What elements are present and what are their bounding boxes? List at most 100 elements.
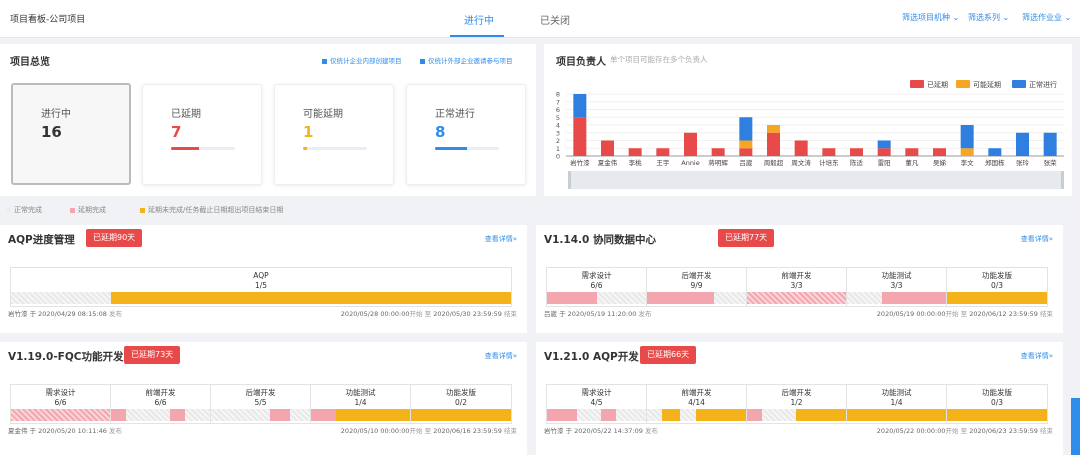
card-value: 8 [435, 123, 446, 141]
x-tick-label: 李文 [961, 158, 975, 167]
phase-segment [547, 409, 577, 421]
x-tick-label: 夏金伟 [598, 158, 618, 167]
overview-panel: 项目总览 仅统计企业内部创建项目 仅统计外部企业邀请参与项目 进行中 16 已延… [0, 44, 536, 196]
legend-label: 已延期 [927, 80, 948, 89]
phase-count: 0/2 [454, 398, 468, 407]
card-delayed[interactable]: 已延期 7 [142, 84, 262, 185]
phase-count: 0/3 [990, 398, 1004, 407]
y-tick-label: 3 [556, 129, 560, 137]
project-title[interactable]: V1.21.0 AQP开发 [544, 349, 639, 364]
view-details-link[interactable]: 查看详情» [485, 351, 517, 361]
x-tick-label: 董凡 [905, 158, 919, 167]
phase-block[interactable]: AQP 1/5 [11, 268, 511, 306]
owners-chart: 012345678 岩竹漆 夏金伟 李桃 王宇 Annie 蒋明辉 吕崴 周毅超 周文涛 计培东 陈适… [556, 80, 1064, 189]
phase-block[interactable]: 需求设计 4/5 [547, 385, 647, 423]
filter-work-dropdown[interactable]: 筛选作业业 ⌄ [1022, 12, 1071, 23]
bar-segment [960, 148, 974, 156]
y-tick-label: 6 [556, 106, 560, 114]
phase-name: 功能测试 [881, 388, 912, 397]
slider-handle-left [568, 171, 571, 189]
delay-badge: 已延期73天 [124, 346, 181, 364]
tab-closed[interactable]: 已关闭 [540, 12, 570, 27]
phase-segment [661, 409, 680, 421]
phase-segment [847, 292, 882, 304]
slider-handle-right [1061, 171, 1064, 189]
card-may-delay[interactable]: 可能延期 1 [274, 84, 394, 185]
phase-segment [111, 292, 511, 304]
filter-model-dropdown[interactable]: 筛选项目机种 ⌄ [902, 12, 959, 23]
phase-block[interactable]: 前端开发 6/6 [111, 385, 211, 423]
x-tick-label: 雷阳 [878, 158, 891, 167]
phase-count: 6/6 [154, 398, 167, 407]
legend-label: 可能延期 [973, 80, 1001, 89]
phase-segment [290, 409, 310, 421]
phase-name: 后端开发 [781, 388, 812, 397]
phase-segment [211, 409, 271, 421]
phase-block[interactable]: 功能测试 1/4 [311, 385, 411, 423]
owners-panel: 项目负责人 单个项目可能存在多个负责人 0 1 2 3 4 5 6 7 8 岩竹漆 夏金伟 李桃 王宇 A… [544, 44, 1072, 196]
phase-block[interactable]: 功能测试 3/3 [847, 268, 947, 306]
x-tick-label: 郑国栋 [985, 158, 1005, 167]
phase-name: 需求设计 [581, 271, 612, 280]
phase-block[interactable]: 功能发版 0/3 [947, 385, 1047, 423]
phase-block[interactable]: 功能发版 0/3 [947, 268, 1047, 306]
project-card: V1.19.0-FQC功能开发 已延期73天 查看详情» 需求设计 6/6 前端开发 6/6… [0, 342, 527, 455]
project-title[interactable]: V1.19.0-FQC功能开发 [8, 349, 124, 364]
card-label: 可能延期 [303, 109, 343, 120]
phase-name: 前端开发 [681, 388, 712, 397]
phase-name: 功能发版 [446, 388, 476, 397]
phase-timeline: 需求设计 6/6 前端开发 6/6 后端开发 5/5 功能测试 1/4 功能发版 0/2 [10, 384, 512, 424]
view-details-link[interactable]: 查看详情» [485, 234, 517, 244]
phase-name: 需求设计 [581, 388, 612, 397]
phase-count: 4/14 [688, 398, 705, 407]
phase-segment [11, 409, 110, 421]
phase-count: 9/9 [690, 281, 703, 290]
y-tick-label: 2 [556, 137, 560, 145]
progress-bar [171, 147, 235, 150]
legend-normal-complete: 正常完成 [6, 205, 42, 215]
phase-bar [847, 292, 946, 304]
bar-segment [573, 117, 587, 156]
bar-segment [960, 125, 974, 149]
phase-count: 0/3 [990, 281, 1004, 290]
bar-segment [933, 148, 946, 156]
phase-block[interactable]: 后端开发 5/5 [211, 385, 311, 423]
phase-segment [411, 409, 511, 421]
delay-badge: 已延期77天 [718, 229, 775, 247]
phase-name: AQP [253, 271, 269, 280]
delay-badge: 已延期66天 [640, 346, 697, 364]
phase-block[interactable]: 需求设计 6/6 [11, 385, 111, 423]
phase-bar [847, 409, 946, 421]
filter-series-dropdown[interactable]: 筛选系列 ⌄ [968, 12, 1009, 23]
x-tick-label: 李桃 [629, 158, 643, 167]
project-card: V1.21.0 AQP开发 已延期66天 查看详情» 需求设计 4/5 前端开发 4/14 后… [536, 342, 1063, 455]
phase-block[interactable]: 前端开发 3/3 [747, 268, 847, 306]
side-float-tab[interactable] [1071, 398, 1080, 455]
view-details-link[interactable]: 查看详情» [1021, 351, 1053, 361]
tab-in-progress[interactable]: 进行中 [464, 12, 494, 27]
phase-block[interactable]: 后端开发 9/9 [647, 268, 747, 306]
phase-bar [947, 409, 1047, 421]
phase-name: 后端开发 [681, 271, 712, 280]
project-title[interactable]: AQP进度管理 [8, 232, 75, 247]
phase-block[interactable]: 后端开发 1/2 [747, 385, 847, 423]
card-normal[interactable]: 正常进行 8 [406, 84, 526, 185]
phase-block[interactable]: 功能测试 1/4 [847, 385, 947, 423]
phase-segment [616, 409, 646, 421]
phase-count: 6/6 [54, 398, 67, 407]
phase-segment [761, 409, 797, 421]
card-in-progress[interactable]: 进行中 16 [11, 83, 131, 185]
phase-name: 功能发版 [982, 388, 1012, 397]
phase-block[interactable]: 功能发版 0/2 [411, 385, 511, 423]
phase-bar [11, 292, 511, 304]
phase-bar [647, 292, 746, 304]
card-label: 进行中 [41, 109, 71, 120]
project-title[interactable]: V1.14.0 协同数据中心 [544, 232, 656, 247]
phase-block[interactable]: 需求设计 6/6 [547, 268, 647, 306]
phase-block[interactable]: 前端开发 4/14 [647, 385, 747, 423]
phase-segment [596, 292, 646, 304]
legend-swatch [70, 207, 75, 213]
top-bar: 项目看板-公司项目 进行中 已关闭 筛选项目机种 ⌄ 筛选系列 ⌄ 筛选作业业 … [0, 0, 1080, 38]
phase-segment [679, 409, 697, 421]
view-details-link[interactable]: 查看详情» [1021, 234, 1053, 244]
